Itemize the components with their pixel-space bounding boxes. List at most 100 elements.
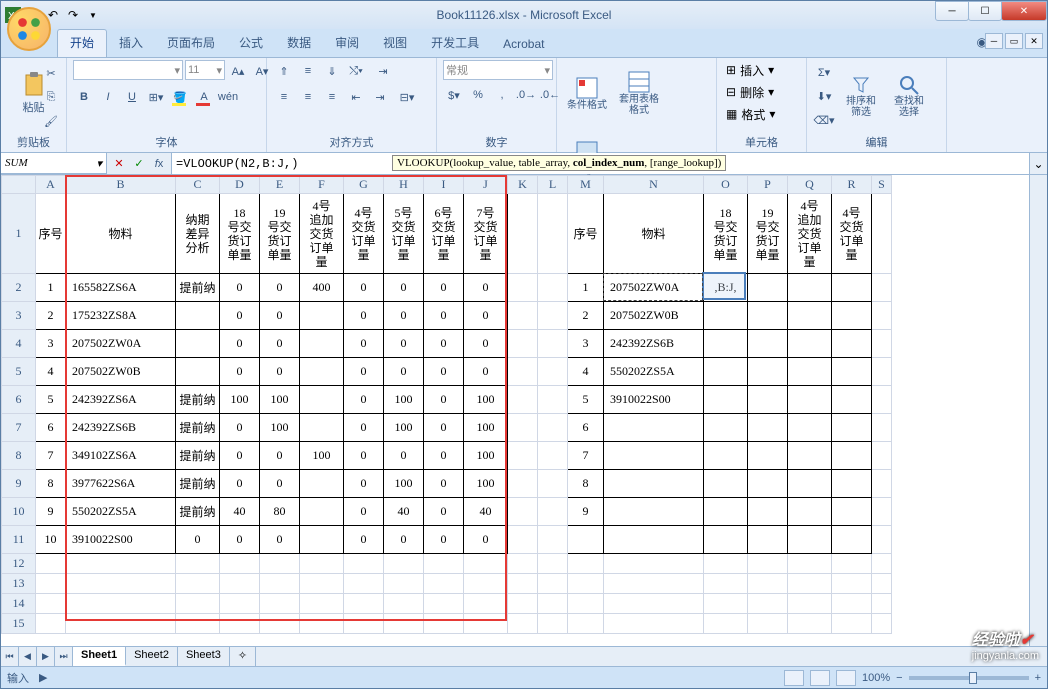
col-head-N[interactable]: N — [604, 176, 704, 194]
cell-R8[interactable] — [832, 442, 872, 470]
cell-R1[interactable]: 4号交货订单量 — [832, 194, 872, 274]
cell-H8[interactable]: 0 — [384, 442, 424, 470]
align-bottom-button[interactable]: ⇓ — [321, 60, 343, 82]
cell-M3[interactable]: 2 — [568, 302, 604, 330]
cell-L13[interactable] — [538, 574, 568, 594]
cell-J4[interactable]: 0 — [464, 330, 508, 358]
cell-P12[interactable] — [748, 554, 788, 574]
cell-D1[interactable]: 18号交货订单量 — [220, 194, 260, 274]
cell-C13[interactable] — [176, 574, 220, 594]
cell-I8[interactable]: 0 — [424, 442, 464, 470]
cell-N5[interactable]: 550202ZS5A — [604, 358, 704, 386]
copy-button[interactable]: ⎘ — [40, 86, 62, 108]
cell-C8[interactable]: 提前纳 — [176, 442, 220, 470]
cell-A10[interactable]: 9 — [36, 498, 66, 526]
cell-H1[interactable]: 5号交货订单量 — [384, 194, 424, 274]
select-all-cell[interactable] — [2, 176, 36, 194]
cell-K11[interactable] — [508, 526, 538, 554]
cell-L12[interactable] — [538, 554, 568, 574]
cell-R9[interactable] — [832, 470, 872, 498]
cell-R13[interactable] — [832, 574, 872, 594]
cell-O6[interactable] — [704, 386, 748, 414]
autosum-button[interactable]: Σ▾ — [813, 61, 835, 83]
cell-E10[interactable]: 80 — [260, 498, 300, 526]
row-head-5[interactable]: 5 — [2, 358, 36, 386]
cell-B6[interactable]: 242392ZS6A — [66, 386, 176, 414]
col-head-L[interactable]: L — [538, 176, 568, 194]
cell-Q14[interactable] — [788, 594, 832, 614]
align-right-button[interactable]: ≡ — [321, 86, 343, 108]
font-size-combo[interactable]: 11▾ — [185, 60, 225, 80]
cell-Q1[interactable]: 4号追加交货订单量 — [788, 194, 832, 274]
cell-E2[interactable]: 0 — [260, 274, 300, 302]
cell-G8[interactable]: 0 — [344, 442, 384, 470]
conditional-format-button[interactable]: 条件格式 — [563, 60, 611, 126]
formula-bar[interactable]: =VLOOKUP(N2,B:J,) VLOOKUP(lookup_value, … — [172, 153, 1029, 174]
sheet-tab-1[interactable]: Sheet1 — [73, 647, 126, 666]
cell-O2[interactable]: ,B:J, — [704, 274, 748, 302]
cell-L7[interactable] — [538, 414, 568, 442]
cell-L14[interactable] — [538, 594, 568, 614]
merge-center-button[interactable]: ⊟▾ — [393, 86, 421, 108]
row-head-1[interactable]: 1 — [2, 194, 36, 274]
row-head-14[interactable]: 14 — [2, 594, 36, 614]
tab-insert[interactable]: 插入 — [107, 30, 155, 57]
col-head-B[interactable]: B — [66, 176, 176, 194]
cell-B12[interactable] — [66, 554, 176, 574]
cell-S15[interactable] — [872, 614, 892, 634]
new-sheet-button[interactable]: ✧ — [230, 647, 256, 666]
cell-A14[interactable] — [36, 594, 66, 614]
cell-H14[interactable] — [384, 594, 424, 614]
percent-button[interactable]: % — [467, 84, 489, 106]
phonetic-button[interactable]: wén — [217, 86, 239, 108]
cell-E5[interactable]: 0 — [260, 358, 300, 386]
cell-E11[interactable]: 0 — [260, 526, 300, 554]
cell-A12[interactable] — [36, 554, 66, 574]
cell-B7[interactable]: 242392ZS6B — [66, 414, 176, 442]
cell-E3[interactable]: 0 — [260, 302, 300, 330]
cell-B8[interactable]: 349102ZS6A — [66, 442, 176, 470]
cell-M11[interactable] — [568, 526, 604, 554]
zoom-out-button[interactable]: − — [896, 672, 902, 684]
cell-Q8[interactable] — [788, 442, 832, 470]
cell-A2[interactable]: 1 — [36, 274, 66, 302]
cell-N3[interactable]: 207502ZW0B — [604, 302, 704, 330]
cell-G14[interactable] — [344, 594, 384, 614]
cell-A13[interactable] — [36, 574, 66, 594]
cell-H15[interactable] — [384, 614, 424, 634]
col-head-H[interactable]: H — [384, 176, 424, 194]
cell-K2[interactable] — [508, 274, 538, 302]
cell-F13[interactable] — [300, 574, 344, 594]
fx-button[interactable]: fx — [151, 156, 167, 172]
col-head-E[interactable]: E — [260, 176, 300, 194]
cell-L10[interactable] — [538, 498, 568, 526]
cell-M5[interactable]: 4 — [568, 358, 604, 386]
cell-S9[interactable] — [872, 470, 892, 498]
cancel-formula-button[interactable]: ✕ — [111, 156, 127, 172]
cell-N15[interactable] — [604, 614, 704, 634]
office-button[interactable] — [7, 7, 51, 51]
cell-G6[interactable]: 0 — [344, 386, 384, 414]
macro-record-icon[interactable]: ▶ — [39, 671, 47, 684]
orientation-button[interactable]: ⤭▾ — [345, 60, 367, 82]
cut-button[interactable]: ✂ — [40, 62, 62, 84]
cell-H12[interactable] — [384, 554, 424, 574]
cell-M9[interactable]: 8 — [568, 470, 604, 498]
cell-J15[interactable] — [464, 614, 508, 634]
cell-B4[interactable]: 207502ZW0A — [66, 330, 176, 358]
col-head-Q[interactable]: Q — [788, 176, 832, 194]
cell-M12[interactable] — [568, 554, 604, 574]
cell-M14[interactable] — [568, 594, 604, 614]
col-head-D[interactable]: D — [220, 176, 260, 194]
qat-dropdown-icon[interactable]: ▼ — [85, 7, 101, 23]
col-head-G[interactable]: G — [344, 176, 384, 194]
cell-E6[interactable]: 100 — [260, 386, 300, 414]
tab-review[interactable]: 审阅 — [323, 30, 371, 57]
tab-formulas[interactable]: 公式 — [227, 30, 275, 57]
italic-button[interactable]: I — [97, 86, 119, 108]
cell-L4[interactable] — [538, 330, 568, 358]
cell-L2[interactable] — [538, 274, 568, 302]
cell-H5[interactable]: 0 — [384, 358, 424, 386]
cell-S3[interactable] — [872, 302, 892, 330]
cell-G10[interactable]: 0 — [344, 498, 384, 526]
